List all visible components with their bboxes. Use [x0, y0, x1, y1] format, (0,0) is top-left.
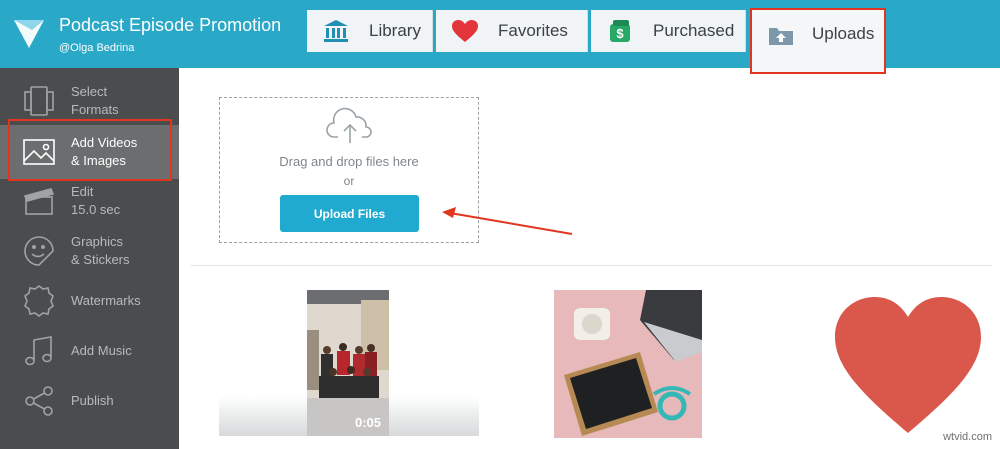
formats-icon: [19, 81, 59, 121]
heart-icon: [450, 16, 480, 46]
sidebar-item-label: Watermarks: [71, 293, 141, 308]
sticker-icon: [19, 231, 59, 271]
sidebar-item-label: Edit: [71, 184, 94, 199]
sidebar-item-label: Select: [71, 84, 108, 99]
tab-uploads-label: Uploads: [812, 24, 875, 43]
highlight-box: [8, 119, 172, 181]
sidebar-item-sublabel: 15.0 sec: [71, 202, 121, 217]
tab-uploads[interactable]: Uploads: [750, 8, 886, 74]
sidebar-item-add-music[interactable]: Add Music: [0, 326, 179, 376]
sidebar-item-sublabel: Formats: [71, 102, 119, 117]
top-bar: Podcast Episode Promotion @Olga Bedrina …: [0, 0, 1000, 74]
app-window: Podcast Episode Promotion @Olga Bedrina …: [0, 0, 1000, 449]
video-thumbnail[interactable]: 0:05: [307, 290, 389, 436]
heart-image-thumbnail[interactable]: [833, 295, 983, 435]
tab-purchased[interactable]: $ Purchased: [591, 10, 746, 52]
image-thumbnail-art: [554, 290, 702, 438]
sidebar-item-watermarks[interactable]: Watermarks: [0, 276, 179, 326]
annotation-arrow-icon: [442, 207, 573, 235]
clapperboard-icon: [19, 181, 59, 221]
upload-files-button[interactable]: Upload Files: [280, 195, 419, 232]
tab-library-label: Library: [369, 21, 421, 40]
sidebar-item-graphics-stickers[interactable]: Graphics & Stickers: [0, 226, 179, 276]
project-title[interactable]: Podcast Episode Promotion: [59, 15, 281, 36]
sidebar-item-label: Graphics: [71, 234, 124, 249]
sidebar-item-edit[interactable]: Edit 15.0 sec: [0, 176, 179, 226]
cloud-upload-icon: [326, 107, 372, 143]
divider: [191, 265, 992, 266]
sidebar-item-publish[interactable]: Publish: [0, 376, 179, 426]
upload-folder-icon: [766, 20, 796, 50]
dollar-icon: $: [605, 16, 635, 46]
sidebar-item-label: Add Music: [71, 343, 132, 358]
sidebar-item-sublabel: & Stickers: [71, 252, 130, 267]
or-text: or: [343, 174, 355, 188]
watermark-text: wtvid.com: [943, 431, 992, 443]
drag-drop-text: Drag and drop files here: [279, 154, 419, 169]
tab-favorites-label: Favorites: [498, 21, 568, 40]
image-thumbnail[interactable]: [554, 290, 702, 438]
tab-library[interactable]: Library: [307, 10, 433, 52]
watermark-icon: [19, 281, 59, 321]
video-duration: 0:05: [354, 415, 381, 430]
share-icon: [19, 381, 59, 421]
tab-favorites[interactable]: Favorites: [436, 10, 588, 52]
tab-purchased-label: Purchased: [653, 21, 735, 40]
music-icon: [19, 331, 59, 371]
app-logo-icon[interactable]: [12, 16, 46, 50]
sidebar-item-label: Publish: [71, 393, 114, 408]
svg-text:$: $: [616, 26, 624, 41]
project-user: @Olga Bedrina: [59, 42, 135, 54]
library-icon: [321, 16, 351, 46]
